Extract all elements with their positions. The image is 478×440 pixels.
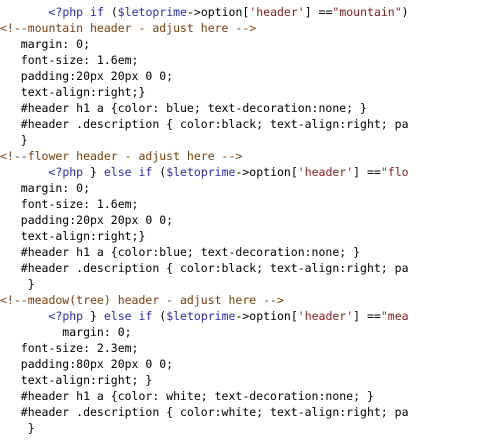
code-token-plain: #header h1 a {color:blue; text-decoratio… bbox=[0, 245, 361, 259]
code-token-plain: text-align:right; } bbox=[0, 373, 153, 387]
code-token-plain: margin: 0; bbox=[0, 325, 132, 339]
code-line: <?php if ($letoprime->option['header'] =… bbox=[0, 4, 409, 20]
code-line: font-size: 1.6em; bbox=[0, 52, 139, 68]
code-token-plain: font-size: 1.6em; bbox=[0, 53, 139, 67]
code-line: #header h1 a {color: white; text-decorat… bbox=[0, 388, 374, 404]
code-token-php: <?php bbox=[48, 165, 84, 179]
code-token-cmt: <!--flower header - adjust here --> bbox=[0, 149, 243, 163]
code-line: padding:20px 20px 0 0; bbox=[0, 68, 173, 84]
code-line: <?php } else if ($letoprime->option['hea… bbox=[0, 308, 409, 324]
code-token-kw: if bbox=[90, 5, 104, 19]
code-token-plain: margin: 0; bbox=[0, 37, 91, 51]
code-line: } bbox=[0, 132, 28, 148]
code-token-plain: #header h1 a {color: white; text-decorat… bbox=[0, 389, 374, 403]
code-token-cmt: <!--mountain header - adjust here --> bbox=[0, 21, 257, 35]
code-token-plain: ] == bbox=[353, 165, 381, 179]
code-token-plain: text-align:right;} bbox=[0, 229, 146, 243]
code-line: text-align:right; } bbox=[0, 372, 153, 388]
code-token-plain: } bbox=[0, 277, 35, 291]
code-token-str: 'header' bbox=[297, 309, 354, 323]
code-line: #header h1 a {color:blue; text-decoratio… bbox=[0, 244, 360, 260]
code-token-plain: } bbox=[83, 309, 104, 323]
code-editor[interactable]: <?php if ($letoprime->option['header'] =… bbox=[0, 0, 478, 440]
code-token-plain: text-align:right;} bbox=[0, 85, 146, 99]
code-line: <!--mountain header - adjust here --> bbox=[0, 20, 256, 36]
code-token-plain: ( bbox=[152, 309, 167, 323]
code-token-php: <?php bbox=[48, 5, 84, 19]
code-token-plain: padding:80px 20px 0 0; bbox=[0, 357, 174, 371]
code-token-cmt: <!--meadow(tree) header - adjust here --… bbox=[0, 293, 284, 307]
code-line: padding:80px 20px 0 0; bbox=[0, 356, 173, 372]
code-token-plain: #header .description { color:black; text… bbox=[0, 261, 409, 275]
code-token-plain: ( bbox=[103, 5, 118, 19]
code-line: text-align:right;} bbox=[0, 228, 146, 244]
code-token-plain: } bbox=[0, 421, 35, 435]
code-token-kw: else if bbox=[103, 165, 153, 179]
code-line: margin: 0; bbox=[0, 36, 90, 52]
code-token-plain: ->option[ bbox=[187, 5, 250, 19]
code-token-plain: #header .description { color:white; text… bbox=[0, 405, 409, 419]
code-token-plain: ->option[ bbox=[235, 309, 298, 323]
code-token-plain: ->option[ bbox=[235, 165, 298, 179]
code-token-str: "mountain" bbox=[332, 5, 402, 19]
code-line: font-size: 1.6em; bbox=[0, 196, 139, 212]
code-token-str: 'header' bbox=[249, 5, 305, 19]
code-token-str: "flo bbox=[380, 165, 409, 179]
code-line: } bbox=[0, 420, 35, 436]
code-line: #header .description { color:black; text… bbox=[0, 260, 409, 276]
code-line: #header h1 a {color: blue; text-decorati… bbox=[0, 100, 367, 116]
code-token-var: $letoprime bbox=[117, 5, 187, 19]
code-line: #header .description { color:black; text… bbox=[0, 116, 409, 132]
code-token-plain: padding:20px 20px 0 0; bbox=[0, 69, 174, 83]
code-token-kw: else if bbox=[103, 309, 153, 323]
code-token-plain: ] == bbox=[304, 5, 333, 19]
code-token-plain: padding:20px 20px 0 0; bbox=[0, 213, 174, 227]
code-token-plain: ) bbox=[401, 5, 409, 19]
code-token-plain: ( bbox=[152, 165, 167, 179]
code-token-var: $letoprime bbox=[166, 165, 236, 179]
code-token-plain: } bbox=[83, 165, 104, 179]
code-line: margin: 0; bbox=[0, 180, 90, 196]
code-token-plain: #header .description { color:black; text… bbox=[0, 117, 409, 131]
code-line: #header .description { color:white; text… bbox=[0, 404, 409, 420]
code-token-php: <?php bbox=[48, 309, 84, 323]
code-line: <!--flower header - adjust here --> bbox=[0, 148, 242, 164]
code-token-plain: } bbox=[0, 133, 28, 147]
code-token-str: 'header' bbox=[297, 165, 354, 179]
code-token-str: "mea bbox=[380, 309, 409, 323]
code-line: <?php } else if ($letoprime->option['hea… bbox=[0, 164, 409, 180]
code-line: <!--meadow(tree) header - adjust here --… bbox=[0, 292, 284, 308]
code-token-plain: font-size: 2.3em; bbox=[0, 341, 139, 355]
code-token-plain: #header h1 a {color: blue; text-decorati… bbox=[0, 101, 367, 115]
code-line: padding:20px 20px 0 0; bbox=[0, 212, 173, 228]
code-line: } bbox=[0, 276, 35, 292]
code-token-plain: margin: 0; bbox=[0, 181, 91, 195]
code-token-plain: ] == bbox=[353, 309, 381, 323]
code-token-var: $letoprime bbox=[166, 309, 236, 323]
code-line: text-align:right;} bbox=[0, 84, 146, 100]
code-line: font-size: 2.3em; bbox=[0, 340, 139, 356]
code-line: margin: 0; bbox=[0, 324, 132, 340]
code-token-plain: font-size: 1.6em; bbox=[0, 197, 139, 211]
